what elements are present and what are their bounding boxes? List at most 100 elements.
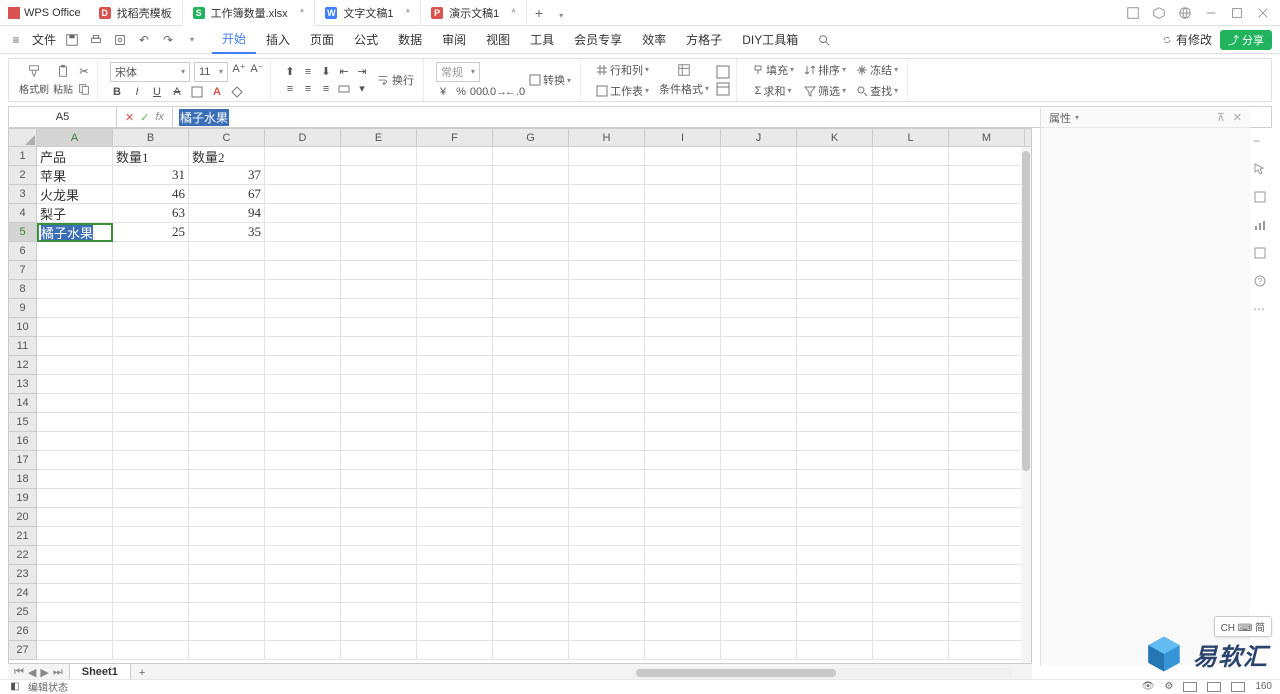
- cell[interactable]: [189, 432, 265, 451]
- cell[interactable]: [569, 166, 645, 185]
- view-normal-icon[interactable]: [1183, 682, 1197, 692]
- row-header[interactable]: 14: [9, 394, 37, 413]
- cell[interactable]: [949, 451, 1025, 470]
- cell[interactable]: [417, 603, 493, 622]
- cell[interactable]: [417, 375, 493, 394]
- cell[interactable]: [113, 280, 189, 299]
- cell[interactable]: [341, 432, 417, 451]
- row-header[interactable]: 2: [9, 166, 37, 185]
- tab-workbook[interactable]: S 工作簿数量.xlsx *: [183, 0, 316, 26]
- cell[interactable]: [265, 451, 341, 470]
- sheet-last-icon[interactable]: ⏭: [53, 666, 63, 679]
- cell[interactable]: [949, 508, 1025, 527]
- cell[interactable]: [873, 432, 949, 451]
- cell[interactable]: [645, 413, 721, 432]
- cell[interactable]: [417, 641, 493, 660]
- cell[interactable]: [417, 356, 493, 375]
- cell[interactable]: [873, 337, 949, 356]
- decrease-font-icon[interactable]: A⁻: [250, 62, 264, 76]
- dec-dec-icon[interactable]: ←.0: [508, 85, 522, 99]
- cell[interactable]: [493, 242, 569, 261]
- close-button[interactable]: [1256, 6, 1270, 20]
- cell[interactable]: [873, 508, 949, 527]
- cell[interactable]: [341, 375, 417, 394]
- cell[interactable]: [417, 413, 493, 432]
- cell[interactable]: [569, 451, 645, 470]
- row-header[interactable]: 5: [9, 223, 37, 242]
- cell[interactable]: [265, 204, 341, 223]
- tab-ppt[interactable]: P 演示文稿1 *: [421, 0, 527, 26]
- column-header[interactable]: L: [873, 129, 949, 146]
- tab-insert[interactable]: 插入: [256, 26, 300, 54]
- tab-fangezi[interactable]: 方格子: [676, 26, 732, 54]
- font-size-select[interactable]: 11▾: [194, 62, 228, 82]
- column-header[interactable]: M: [949, 129, 1025, 146]
- cell[interactable]: [493, 432, 569, 451]
- cell[interactable]: [113, 622, 189, 641]
- cell[interactable]: [189, 565, 265, 584]
- row-header[interactable]: 6: [9, 242, 37, 261]
- cell[interactable]: [341, 242, 417, 261]
- tab-home[interactable]: 开始: [212, 26, 256, 54]
- cell[interactable]: [949, 603, 1025, 622]
- fx-icon[interactable]: fx: [155, 111, 164, 123]
- cell[interactable]: [417, 584, 493, 603]
- cell[interactable]: [265, 584, 341, 603]
- cell[interactable]: [949, 584, 1025, 603]
- row-header[interactable]: 22: [9, 546, 37, 565]
- cell[interactable]: [721, 166, 797, 185]
- cell[interactable]: [265, 641, 341, 660]
- cell[interactable]: [113, 451, 189, 470]
- cell[interactable]: [113, 432, 189, 451]
- column-header[interactable]: C: [189, 129, 265, 146]
- underline-icon[interactable]: U: [150, 85, 164, 99]
- cell[interactable]: [113, 394, 189, 413]
- cell[interactable]: 产品: [37, 147, 113, 166]
- cell[interactable]: [873, 242, 949, 261]
- cell[interactable]: [37, 432, 113, 451]
- cell[interactable]: [341, 280, 417, 299]
- cell[interactable]: [493, 527, 569, 546]
- file-menu[interactable]: 文件: [32, 31, 56, 48]
- cell[interactable]: [721, 622, 797, 641]
- save-icon[interactable]: [64, 32, 80, 48]
- cell[interactable]: [645, 223, 721, 242]
- cell[interactable]: [645, 489, 721, 508]
- cell[interactable]: [949, 565, 1025, 584]
- cell[interactable]: [265, 527, 341, 546]
- cell[interactable]: [493, 185, 569, 204]
- cell[interactable]: [37, 603, 113, 622]
- cell[interactable]: [493, 622, 569, 641]
- cell[interactable]: [37, 641, 113, 660]
- cell[interactable]: [493, 584, 569, 603]
- cell[interactable]: [417, 508, 493, 527]
- cell[interactable]: [189, 337, 265, 356]
- cell[interactable]: [493, 375, 569, 394]
- cell[interactable]: 37: [189, 166, 265, 185]
- menu-icon[interactable]: ≡: [8, 32, 24, 48]
- cut-icon[interactable]: ✂: [77, 65, 91, 79]
- row-header[interactable]: 7: [9, 261, 37, 280]
- cell[interactable]: [493, 603, 569, 622]
- cell[interactable]: [417, 337, 493, 356]
- cell[interactable]: [493, 546, 569, 565]
- row-header[interactable]: 15: [9, 413, 37, 432]
- cell[interactable]: [37, 546, 113, 565]
- cell[interactable]: [949, 299, 1025, 318]
- increase-font-icon[interactable]: A⁺: [232, 62, 246, 76]
- cell[interactable]: [341, 147, 417, 166]
- cell[interactable]: [721, 451, 797, 470]
- cell[interactable]: [341, 546, 417, 565]
- cell[interactable]: [493, 337, 569, 356]
- tab-tools[interactable]: 工具: [520, 26, 564, 54]
- cell[interactable]: [873, 185, 949, 204]
- cell[interactable]: [341, 223, 417, 242]
- cell[interactable]: [797, 204, 873, 223]
- cell[interactable]: 数量1: [113, 147, 189, 166]
- cell[interactable]: [797, 337, 873, 356]
- row-header[interactable]: 4: [9, 204, 37, 223]
- cell[interactable]: [569, 508, 645, 527]
- row-header[interactable]: 3: [9, 185, 37, 204]
- row-header[interactable]: 21: [9, 527, 37, 546]
- sync-status[interactable]: 有修改: [1161, 31, 1212, 48]
